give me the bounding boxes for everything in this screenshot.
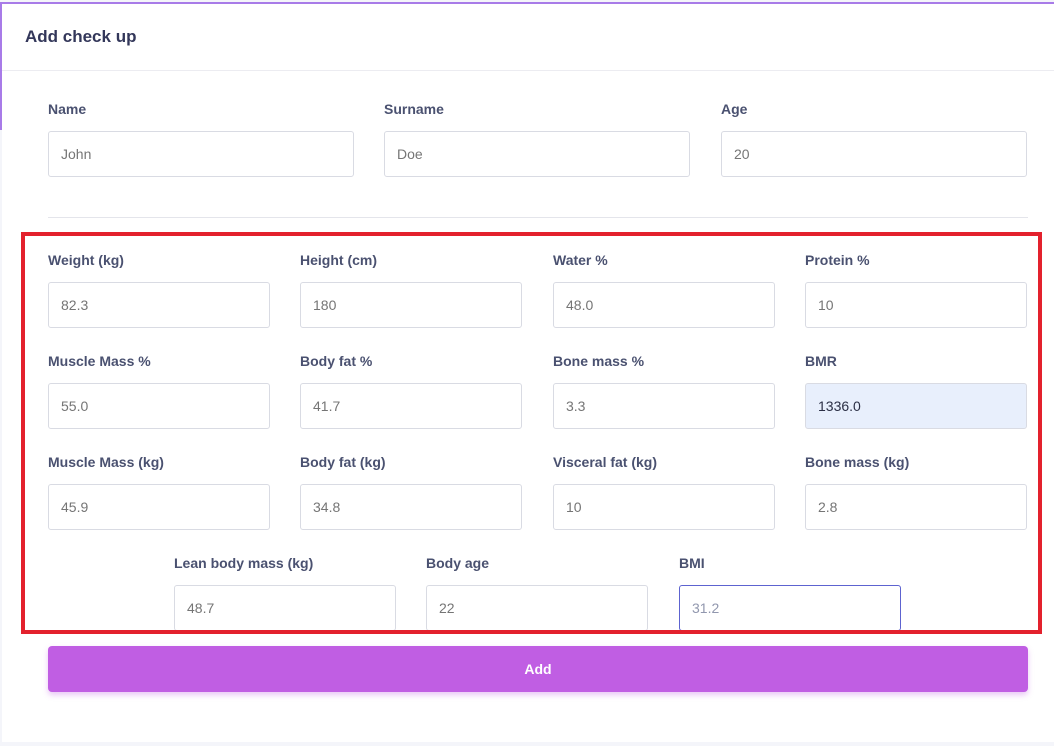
bone-mass-kg-field: Bone mass (kg) [805,454,1027,530]
body-age-field: Body age [426,555,648,631]
surname-input[interactable] [384,131,690,177]
protein-label: Protein % [805,252,870,268]
body-age-input[interactable] [426,585,648,631]
bmr-label: BMR [805,353,837,369]
bmi-field: BMI [679,555,901,631]
add-checkup-card: Add check up Name Surname Age Weight (kg… [2,2,1054,742]
bone-mass-kg-input[interactable] [805,484,1027,530]
surname-field: Surname [384,101,690,177]
section-divider [48,217,1028,218]
age-input[interactable] [721,131,1027,177]
visceral-fat-field: Visceral fat (kg) [553,454,775,530]
lean-body-mass-label: Lean body mass (kg) [174,555,314,571]
water-input[interactable] [553,282,775,328]
age-label: Age [721,101,748,117]
card-header: Add check up [2,4,1054,71]
body-fat-pct-field: Body fat % [300,353,522,429]
weight-input[interactable] [48,282,270,328]
weight-field: Weight (kg) [48,252,270,328]
protein-input[interactable] [805,282,1027,328]
height-field: Height (cm) [300,252,522,328]
bone-mass-pct-field: Bone mass % [553,353,775,429]
visceral-fat-label: Visceral fat (kg) [553,454,658,470]
bone-mass-kg-label: Bone mass (kg) [805,454,910,470]
height-label: Height (cm) [300,252,377,268]
bmi-input[interactable] [679,585,901,631]
water-label: Water % [553,252,608,268]
weight-label: Weight (kg) [48,252,124,268]
body-fat-pct-label: Body fat % [300,353,373,369]
protein-field: Protein % [805,252,1027,328]
muscle-mass-kg-field: Muscle Mass (kg) [48,454,270,530]
body-fat-kg-label: Body fat (kg) [300,454,386,470]
surname-label: Surname [384,101,444,117]
body-fat-kg-input[interactable] [300,484,522,530]
body-fat-kg-field: Body fat (kg) [300,454,522,530]
muscle-mass-pct-input[interactable] [48,383,270,429]
name-input[interactable] [48,131,354,177]
body-age-label: Body age [426,555,490,571]
water-field: Water % [553,252,775,328]
bmr-field: BMR [805,353,1027,429]
muscle-mass-pct-label: Muscle Mass % [48,353,151,369]
visceral-fat-input[interactable] [553,484,775,530]
card-accent-bar [0,2,2,130]
body-fat-pct-input[interactable] [300,383,522,429]
add-button[interactable]: Add [48,646,1028,692]
lean-body-mass-input[interactable] [174,585,396,631]
bmr-input[interactable] [805,383,1027,429]
bone-mass-pct-label: Bone mass % [553,353,645,369]
muscle-mass-kg-label: Muscle Mass (kg) [48,454,164,470]
muscle-mass-kg-input[interactable] [48,484,270,530]
page-title: Add check up [25,27,137,46]
lean-body-mass-field: Lean body mass (kg) [174,555,396,631]
bmi-label: BMI [679,555,705,571]
age-field: Age [721,101,1027,177]
name-field: Name [48,101,354,177]
muscle-mass-pct-field: Muscle Mass % [48,353,270,429]
height-input[interactable] [300,282,522,328]
bone-mass-pct-input[interactable] [553,383,775,429]
name-label: Name [48,101,87,117]
